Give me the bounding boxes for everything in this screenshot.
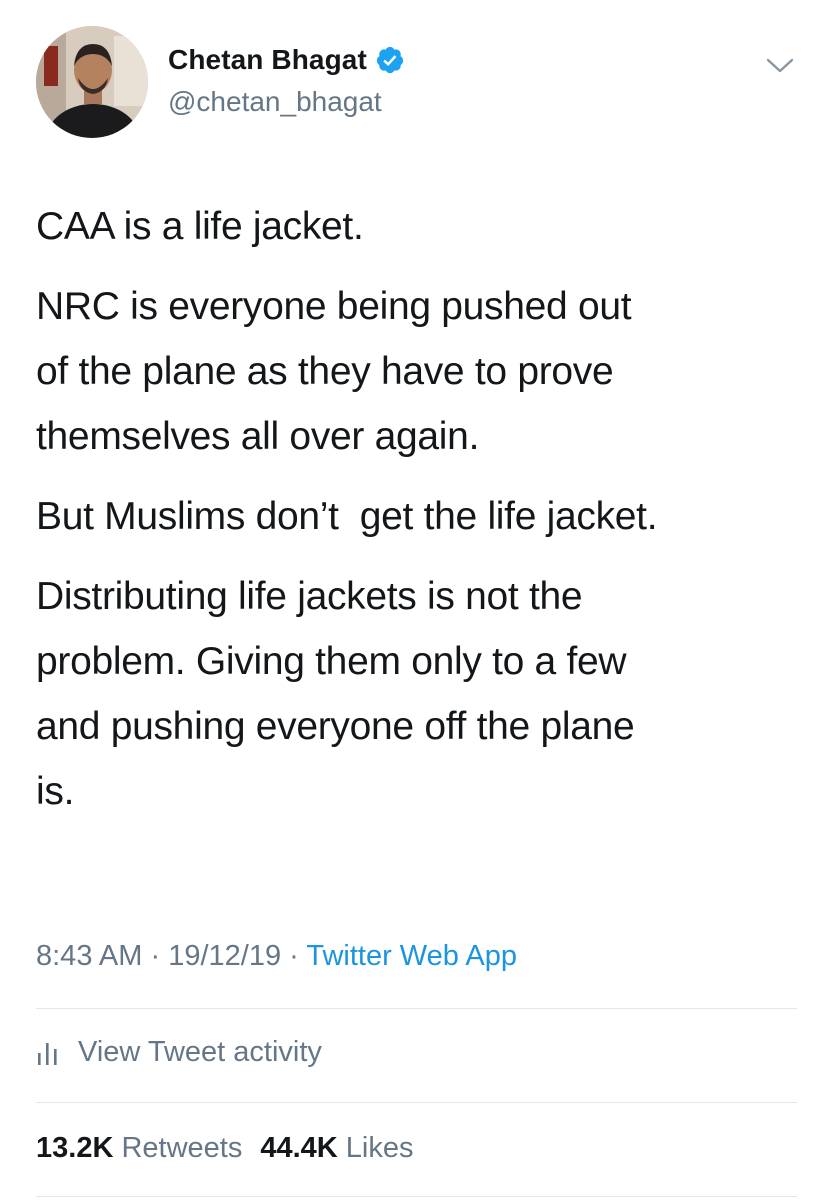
retweets-stat[interactable]: 13.2K Retweets xyxy=(36,1132,242,1164)
likes-count: 44.4K xyxy=(260,1132,338,1164)
bar-chart-icon xyxy=(36,1039,60,1067)
user-handle[interactable]: @chetan_bhagat xyxy=(168,86,382,118)
tweet-paragraph: But Muslims don’t get the life jacket. xyxy=(36,495,658,538)
tweet-text: CAA is a life jacket. NRC is everyone be… xyxy=(36,194,796,839)
likes-stat[interactable]: 44.4K Likes xyxy=(260,1132,413,1164)
avatar[interactable] xyxy=(36,26,148,138)
tweet-time[interactable]: 8:43 AM xyxy=(36,940,142,972)
chevron-down-icon[interactable] xyxy=(766,56,794,76)
display-name[interactable]: Chetan Bhagat xyxy=(168,44,367,76)
divider xyxy=(36,1008,797,1009)
tweet-stats: 13.2K Retweets 44.4K Likes xyxy=(36,1132,414,1165)
tweet-paragraph: CAA is a life jacket. xyxy=(36,205,364,248)
view-tweet-activity-button[interactable]: View Tweet activity xyxy=(36,1036,322,1069)
tweet-metadata: 8:43 AM · 19/12/19 · Twitter Web App xyxy=(36,940,517,973)
tweet-source-link[interactable]: Twitter Web App xyxy=(306,940,517,972)
view-tweet-activity-label: View Tweet activity xyxy=(78,1036,322,1068)
retweets-label: Retweets xyxy=(121,1132,243,1164)
tweet-paragraph: Distributing life jackets is not the pro… xyxy=(36,575,635,813)
tweet-detail: Chetan Bhagat @chetan_bhagat CAA is a li… xyxy=(0,0,821,1200)
divider xyxy=(36,1102,797,1103)
meta-separator: · xyxy=(142,940,169,972)
verified-badge-icon xyxy=(375,45,405,75)
tweet-date[interactable]: 19/12/19 xyxy=(168,940,281,972)
tweet-paragraph: NRC is everyone being pushed out of the … xyxy=(36,285,632,458)
user-name-row[interactable]: Chetan Bhagat xyxy=(168,44,405,76)
likes-label: Likes xyxy=(345,1132,414,1164)
avatar-photo xyxy=(36,26,148,138)
meta-separator: · xyxy=(281,940,307,972)
divider xyxy=(36,1196,797,1197)
retweets-count: 13.2K xyxy=(36,1132,114,1164)
